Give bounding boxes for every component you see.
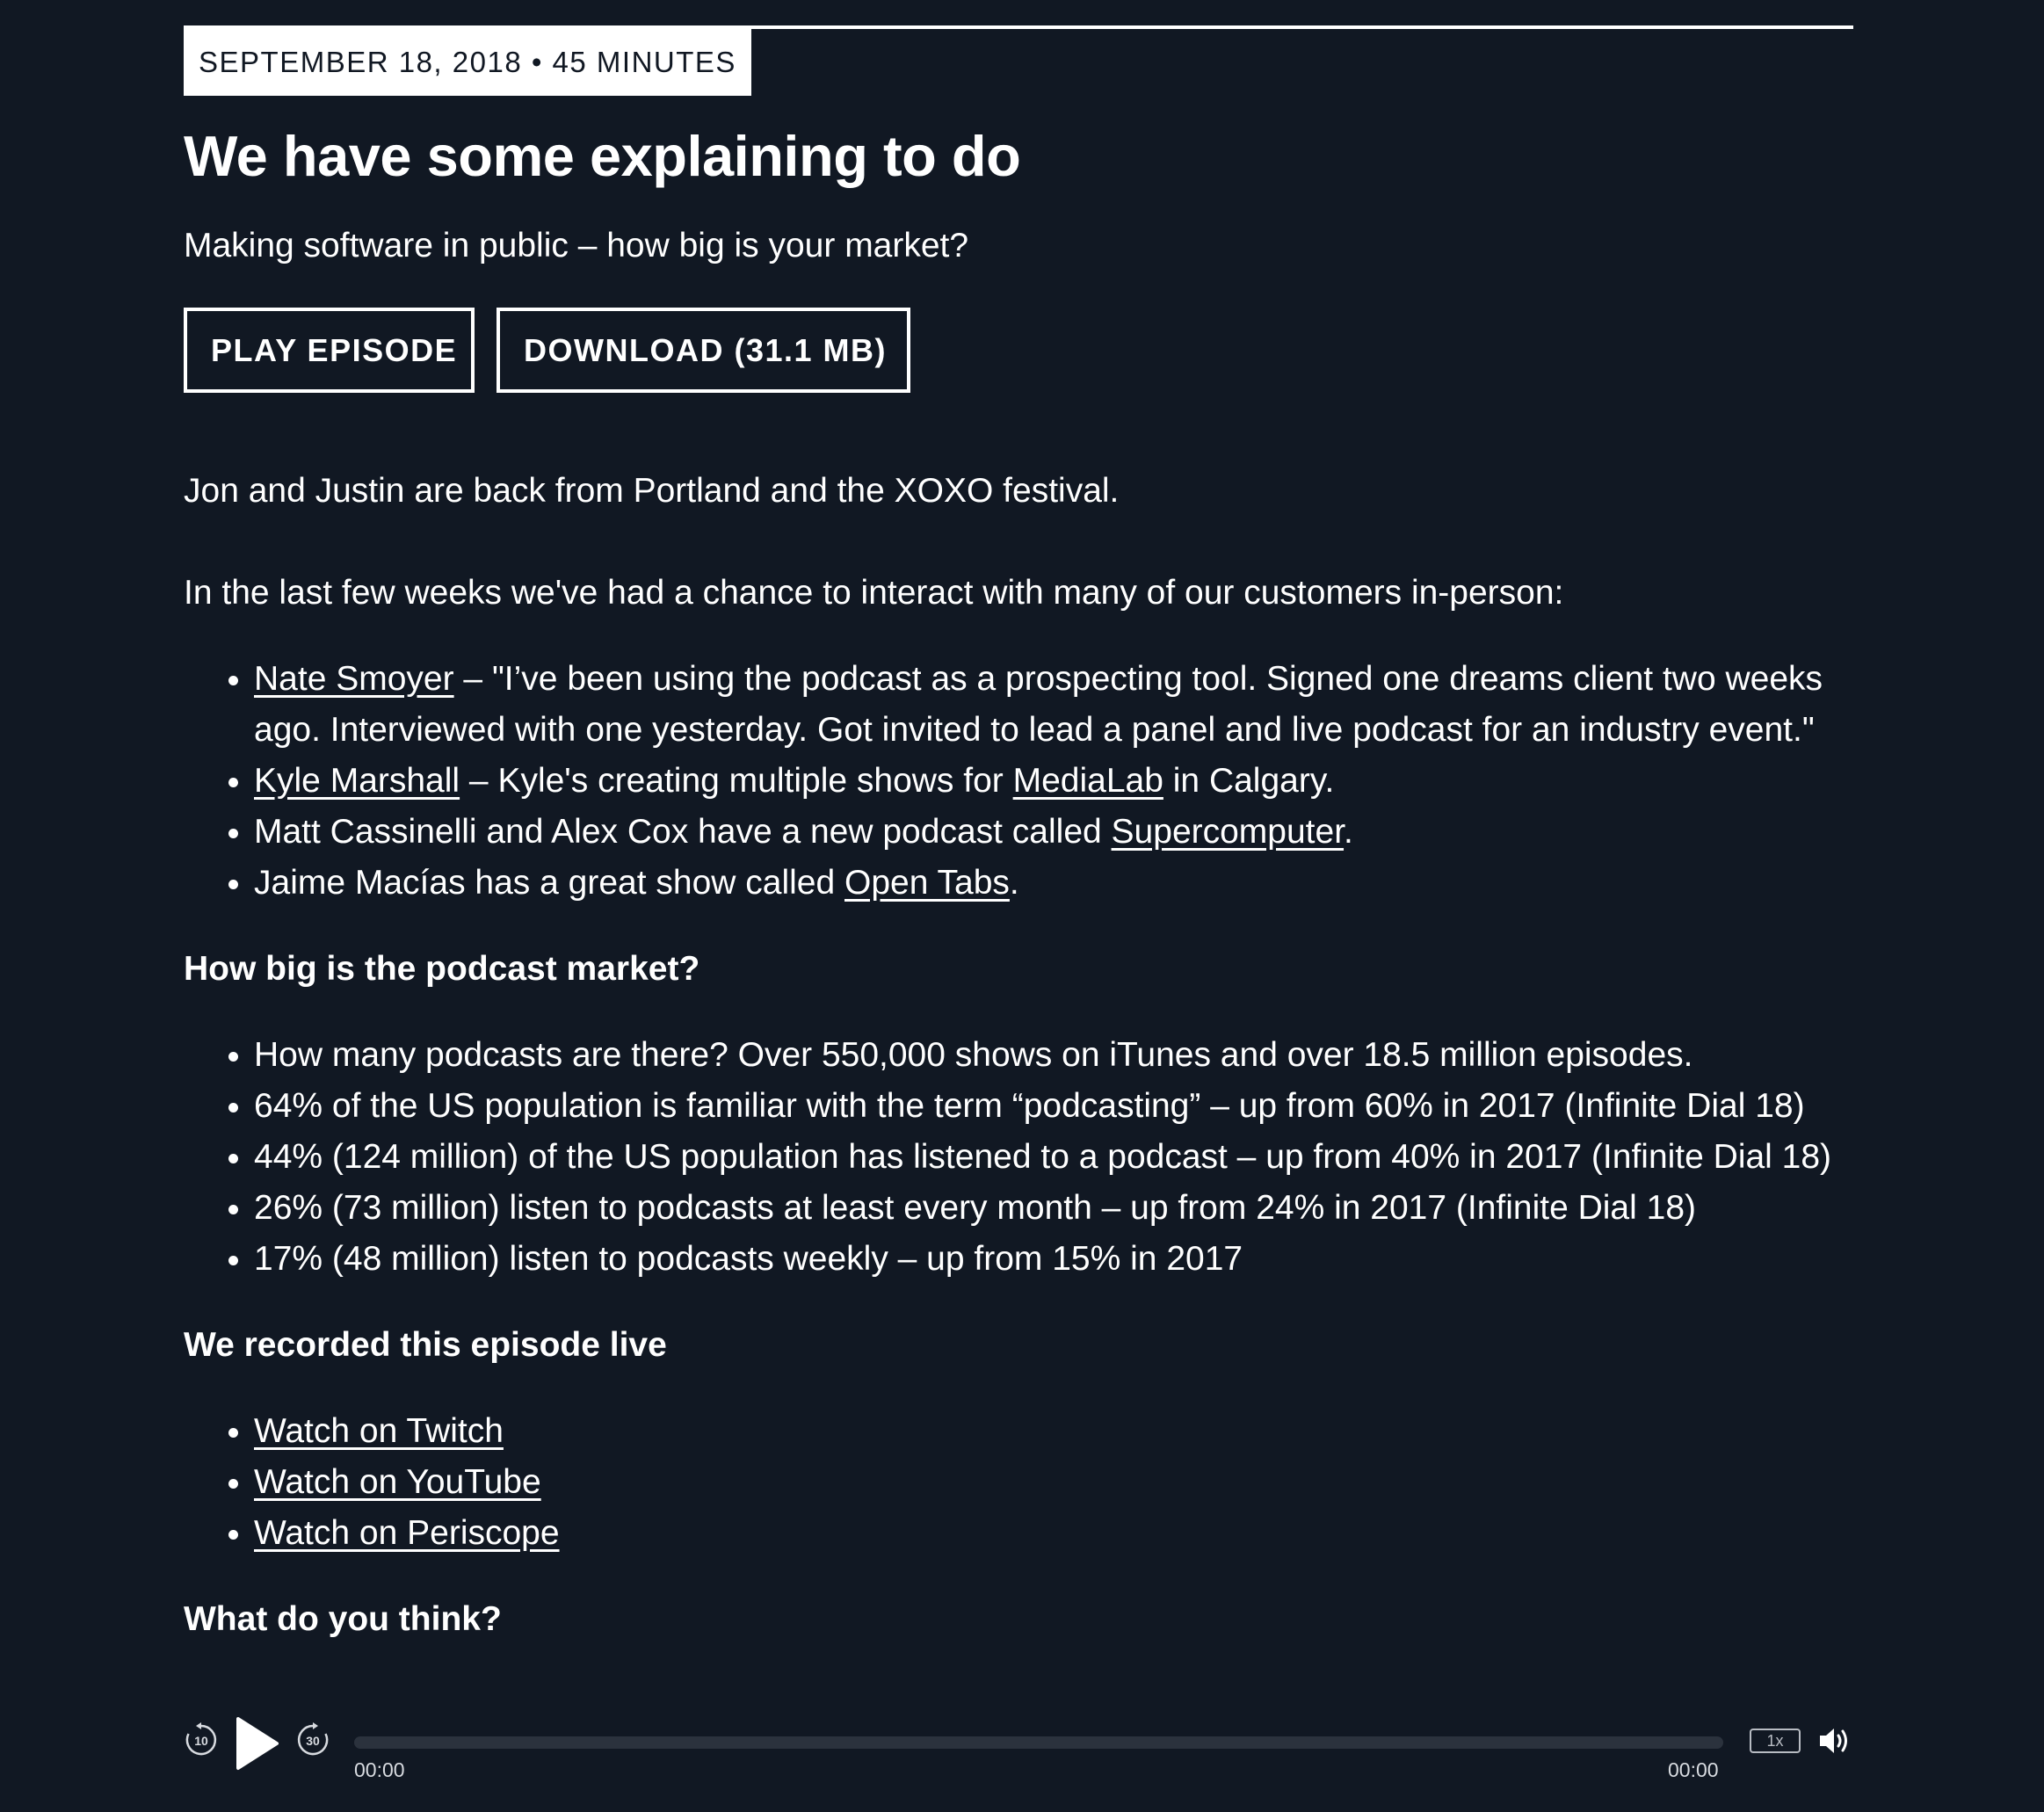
watch-youtube-link[interactable]: Watch on YouTube <box>254 1463 541 1501</box>
audio-player-bar: 10 30 00:00 00:00 1x <box>0 1672 2044 1812</box>
list-item-text: – "I’ve been using the podcast as a pros… <box>254 660 1823 749</box>
list-item: Matt Cassinelli and Alex Cox have a new … <box>254 807 1853 858</box>
live-links-list: Watch on Twitch Watch on YouTube Watch o… <box>184 1406 1853 1559</box>
market-stats-list: How many podcasts are there? Over 550,00… <box>184 1030 1853 1285</box>
skip-back-label: 10 <box>194 1734 208 1748</box>
open-tabs-link[interactable]: Open Tabs <box>844 864 1010 902</box>
nate-smoyer-link[interactable]: Nate Smoyer <box>254 660 454 698</box>
medialab-link[interactable]: MediaLab <box>1013 762 1163 800</box>
list-item: Watch on Twitch <box>254 1406 1853 1457</box>
playback-speed-button[interactable]: 1x <box>1750 1729 1801 1753</box>
list-item-text: . <box>1344 813 1353 851</box>
episode-meta-badge: SEPTEMBER 18, 2018 • 45 MINUTES <box>184 28 751 96</box>
list-item-text: Jaime Macías has a great show called <box>254 864 844 902</box>
list-item: Watch on YouTube <box>254 1457 1853 1508</box>
watch-twitch-link[interactable]: Watch on Twitch <box>254 1412 504 1450</box>
list-item-text: Matt Cassinelli and Alex Cox have a new … <box>254 813 1112 851</box>
supercomputer-link[interactable]: Supercomputer <box>1112 813 1345 851</box>
customer-list: Nate Smoyer – "I’ve been using the podca… <box>184 654 1853 909</box>
list-item: Watch on Periscope <box>254 1508 1853 1559</box>
list-item: Kyle Marshall – Kyle's creating multiple… <box>254 756 1853 807</box>
watch-periscope-link[interactable]: Watch on Periscope <box>254 1514 560 1552</box>
live-heading: We recorded this episode live <box>184 1326 667 1364</box>
skip-forward-label: 30 <box>306 1734 320 1748</box>
list-item: 26% (73 million) listen to podcasts at l… <box>254 1183 1853 1234</box>
list-item: 44% (124 million) of the US population h… <box>254 1132 1853 1183</box>
skip-forward-30-icon[interactable]: 30 <box>295 1722 330 1758</box>
total-time: 00:00 <box>1668 1758 1719 1781</box>
list-item: How many podcasts are there? Over 550,00… <box>254 1030 1853 1081</box>
market-heading: How big is the podcast market? <box>184 950 700 988</box>
progress-bar[interactable] <box>354 1736 1723 1749</box>
play-episode-button[interactable]: PLAY EPISODE <box>184 308 475 393</box>
show-notes: Jon and Justin are back from Portland an… <box>184 466 1853 1645</box>
volume-icon[interactable] <box>1818 1725 1852 1757</box>
current-time: 00:00 <box>354 1758 405 1781</box>
list-item-text: – Kyle's creating multiple shows for <box>460 762 1013 800</box>
feedback-heading: What do you think? <box>184 1600 502 1638</box>
list-item: Jaime Macías has a great show called Ope… <box>254 858 1853 909</box>
list-item-text: in Calgary. <box>1163 762 1335 800</box>
kyle-marshall-link[interactable]: Kyle Marshall <box>254 762 460 800</box>
episode-title: We have some explaining to do <box>184 124 1021 188</box>
list-item: 17% (48 million) listen to podcasts week… <box>254 1234 1853 1285</box>
intro-paragraph: Jon and Justin are back from Portland an… <box>184 472 1120 510</box>
customers-lead-paragraph: In the last few weeks we've had a chance… <box>184 574 1564 612</box>
list-item: 64% of the US population is familiar wit… <box>254 1081 1853 1132</box>
download-button[interactable]: DOWNLOAD (31.1 MB) <box>497 308 910 393</box>
skip-back-10-icon[interactable]: 10 <box>184 1722 219 1758</box>
play-icon[interactable] <box>236 1716 279 1771</box>
list-item: Nate Smoyer – "I’ve been using the podca… <box>254 654 1853 756</box>
list-item-text: . <box>1009 864 1019 902</box>
episode-subtitle: Making software in public – how big is y… <box>184 227 969 265</box>
